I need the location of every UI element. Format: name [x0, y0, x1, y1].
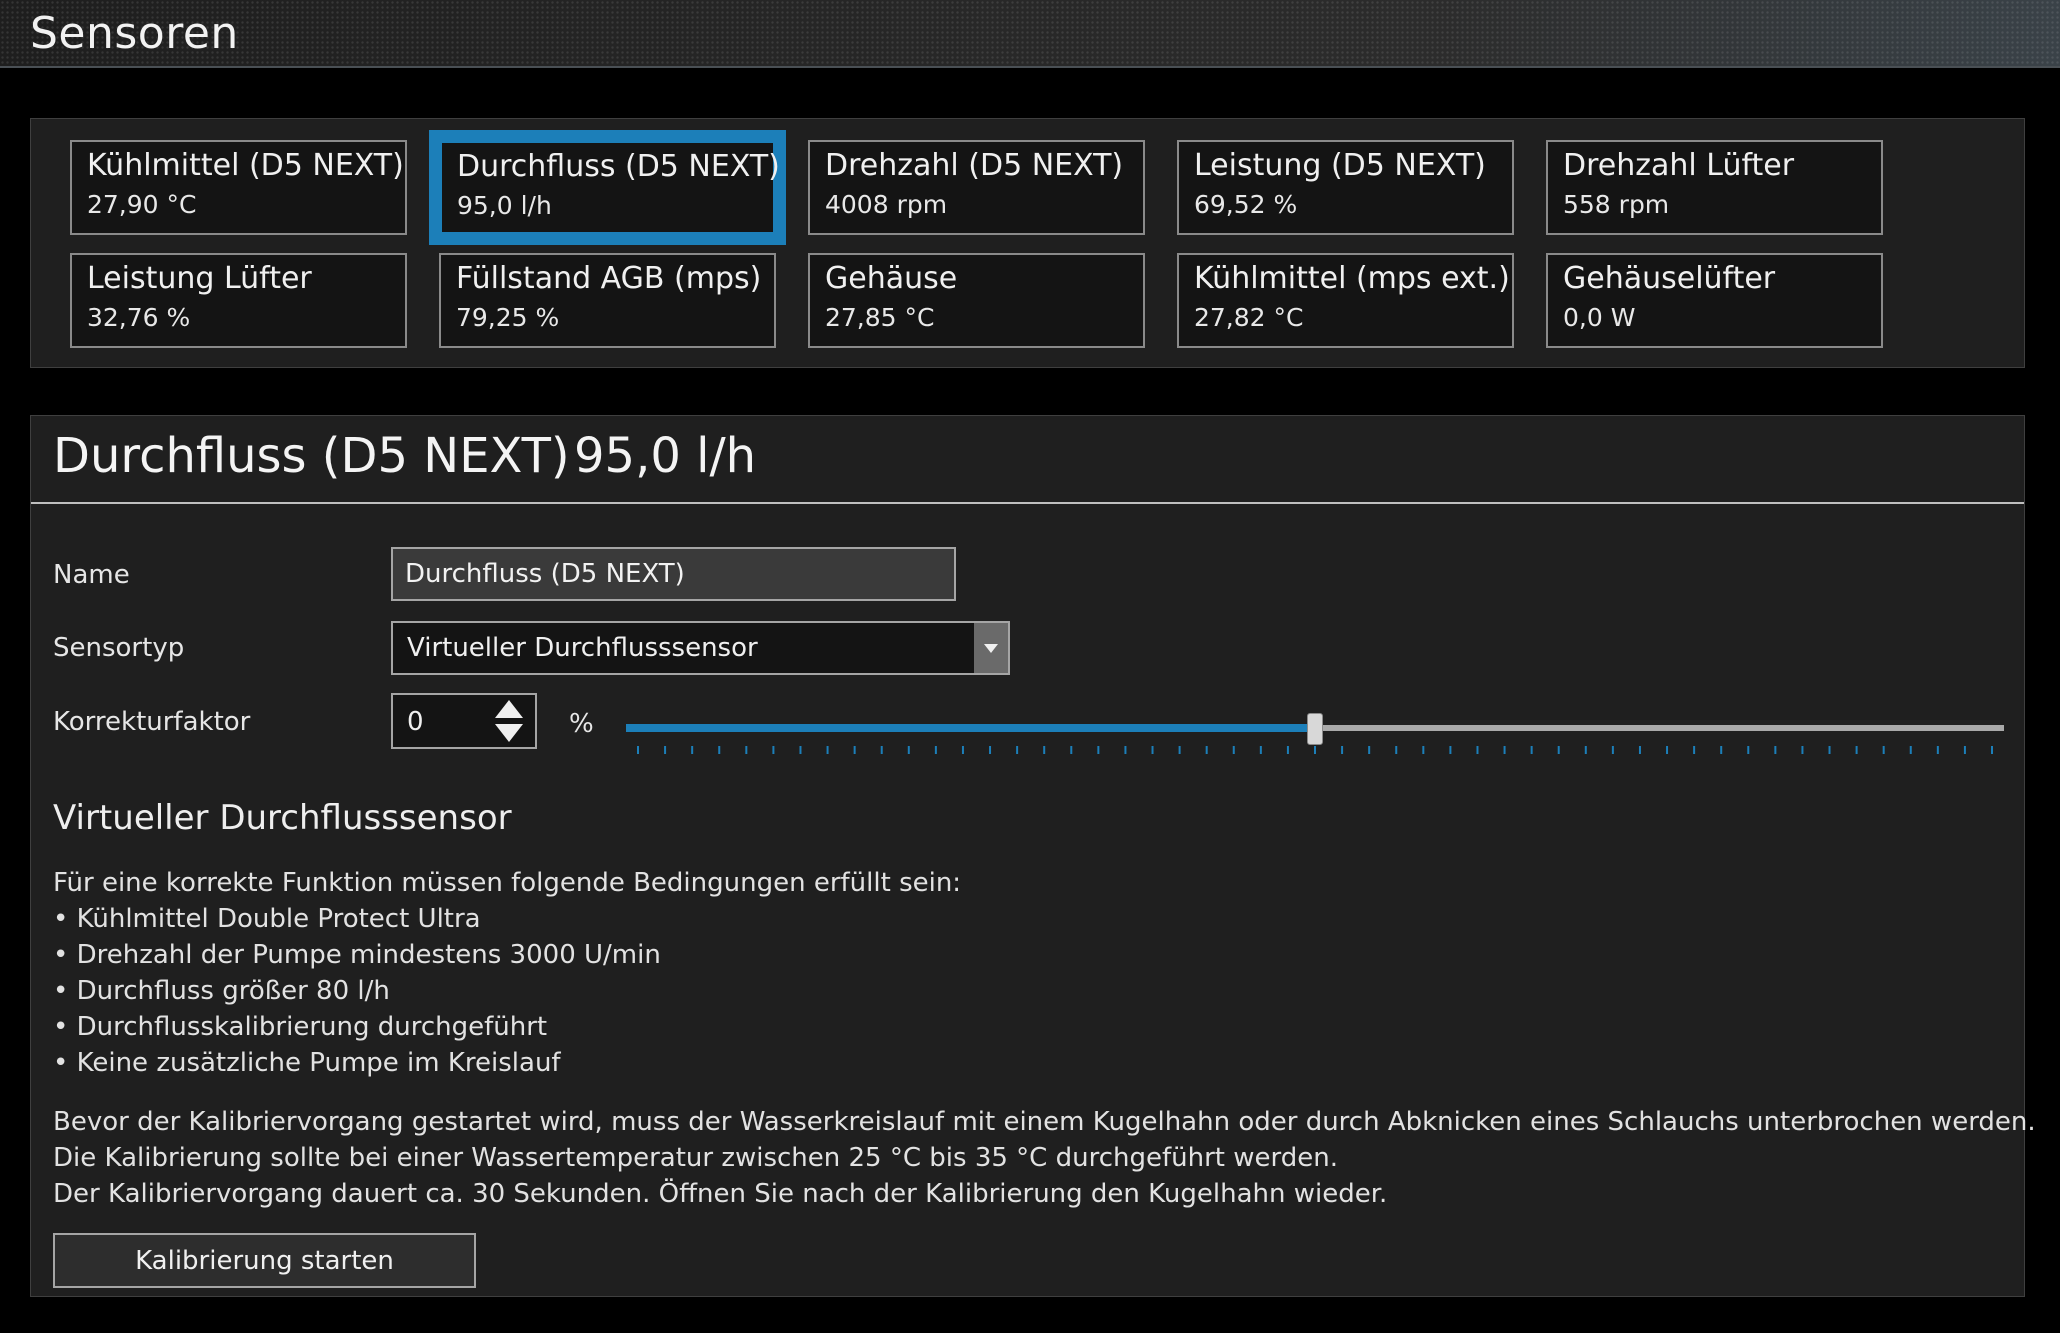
sensor-card-value: 27,85 °C	[825, 303, 935, 332]
section-title: Virtueller Durchflusssensor	[53, 798, 512, 838]
sensor-card-name: Gehäuselüfter	[1563, 261, 1776, 296]
sensor-card-value: 4008 rpm	[825, 190, 948, 219]
chevron-down-icon[interactable]	[974, 623, 1008, 673]
sensor-card-name: Füllstand AGB (mps)	[456, 261, 762, 296]
requirement-item: • Drehzahl der Pumpe mindestens 3000 U/m…	[53, 940, 661, 970]
detail-value: 95,0 l/h	[574, 428, 757, 484]
sensor-card-leistung-luefter[interactable]: Leistung Lüfter 32,76 %	[70, 253, 407, 348]
correction-factor-slider[interactable]	[626, 696, 2004, 766]
sensortype-selected-value: Virtueller Durchflusssensor	[407, 633, 758, 663]
sensor-card-name: Drehzahl (D5 NEXT)	[825, 148, 1124, 183]
page-title: Sensoren	[30, 8, 239, 59]
arrow-up-icon[interactable]	[493, 698, 525, 720]
detail-title: Durchfluss (D5 NEXT)	[53, 428, 570, 484]
requirement-item: • Kühlmittel Double Protect Ultra	[53, 904, 481, 934]
sensor-card-durchfluss-d5[interactable]: Durchfluss (D5 NEXT) 95,0 l/h	[439, 140, 780, 235]
sensor-card-name: Drehzahl Lüfter	[1563, 148, 1795, 183]
sensor-card-value: 558 rpm	[1563, 190, 1670, 219]
sensor-card-value: 27,82 °C	[1194, 303, 1304, 332]
sensor-card-gehaeuseluefter[interactable]: Gehäuselüfter 0,0 W	[1546, 253, 1883, 348]
sensor-card-name: Durchfluss (D5 NEXT)	[457, 149, 780, 184]
sensor-card-name: Gehäuse	[825, 261, 958, 296]
sensor-card-value: 69,52 %	[1194, 190, 1298, 219]
name-input[interactable]	[391, 547, 956, 601]
sensor-card-name: Leistung (D5 NEXT)	[1194, 148, 1486, 183]
calibration-note: Bevor der Kalibriervorgang gestartet wir…	[53, 1107, 2036, 1137]
sensor-card-drehzahl-d5[interactable]: Drehzahl (D5 NEXT) 4008 rpm	[808, 140, 1145, 235]
requirements-intro: Für eine korrekte Funktion müssen folgen…	[53, 868, 962, 898]
sensor-card-kuehlmittel-mps[interactable]: Kühlmittel (mps ext.) 27,82 °C	[1177, 253, 1514, 348]
correction-factor-value[interactable]: 0	[407, 707, 424, 737]
detail-header: Durchfluss (D5 NEXT) 95,0 l/h	[31, 416, 2024, 504]
correction-factor-label: Korrekturfaktor	[53, 707, 251, 737]
requirement-item: • Durchfluss größer 80 l/h	[53, 976, 390, 1006]
slider-ticks	[637, 746, 1993, 754]
title-bar: Sensoren	[0, 0, 2060, 68]
start-calibration-button[interactable]: Kalibrierung starten	[53, 1233, 476, 1288]
sensor-overview-panel: Kühlmittel (D5 NEXT) 27,90 °C Durchfluss…	[30, 118, 2025, 368]
calibration-note: Der Kalibriervorgang dauert ca. 30 Sekun…	[53, 1179, 1388, 1209]
slider-fill	[626, 724, 1315, 732]
sensor-card-kuehlmittel-d5[interactable]: Kühlmittel (D5 NEXT) 27,90 °C	[70, 140, 407, 235]
sensor-card-name: Leistung Lüfter	[87, 261, 312, 296]
sensor-card-name: Kühlmittel (mps ext.)	[1194, 261, 1510, 296]
percent-unit-label: %	[569, 709, 594, 739]
sensor-card-fuellstand-agb[interactable]: Füllstand AGB (mps) 79,25 %	[439, 253, 776, 348]
sensor-card-value: 79,25 %	[456, 303, 560, 332]
correction-factor-stepper[interactable]: 0	[391, 693, 537, 749]
sensor-card-value: 95,0 l/h	[457, 191, 552, 220]
sensor-card-value: 0,0 W	[1563, 303, 1636, 332]
calibration-note: Die Kalibrierung sollte bei einer Wasser…	[53, 1143, 1338, 1173]
requirement-item: • Durchflusskalibrierung durchgeführt	[53, 1012, 548, 1042]
sensor-card-value: 32,76 %	[87, 303, 191, 332]
sensortype-select[interactable]: Virtueller Durchflusssensor	[391, 621, 1010, 675]
arrow-down-icon[interactable]	[493, 722, 525, 744]
sensor-card-name: Kühlmittel (D5 NEXT)	[87, 148, 404, 183]
requirement-item: • Keine zusätzliche Pumpe im Kreislauf	[53, 1048, 561, 1078]
sensor-card-gehaeuse[interactable]: Gehäuse 27,85 °C	[808, 253, 1145, 348]
name-label: Name	[53, 560, 130, 590]
sensor-card-drehzahl-luefter[interactable]: Drehzahl Lüfter 558 rpm	[1546, 140, 1883, 235]
slider-thumb[interactable]	[1307, 713, 1323, 745]
sensor-card-leistung-d5[interactable]: Leistung (D5 NEXT) 69,52 %	[1177, 140, 1514, 235]
sensor-card-value: 27,90 °C	[87, 190, 197, 219]
sensor-detail-panel: Durchfluss (D5 NEXT) 95,0 l/h Name Senso…	[30, 415, 2036, 1297]
sensortype-label: Sensortyp	[53, 633, 185, 663]
